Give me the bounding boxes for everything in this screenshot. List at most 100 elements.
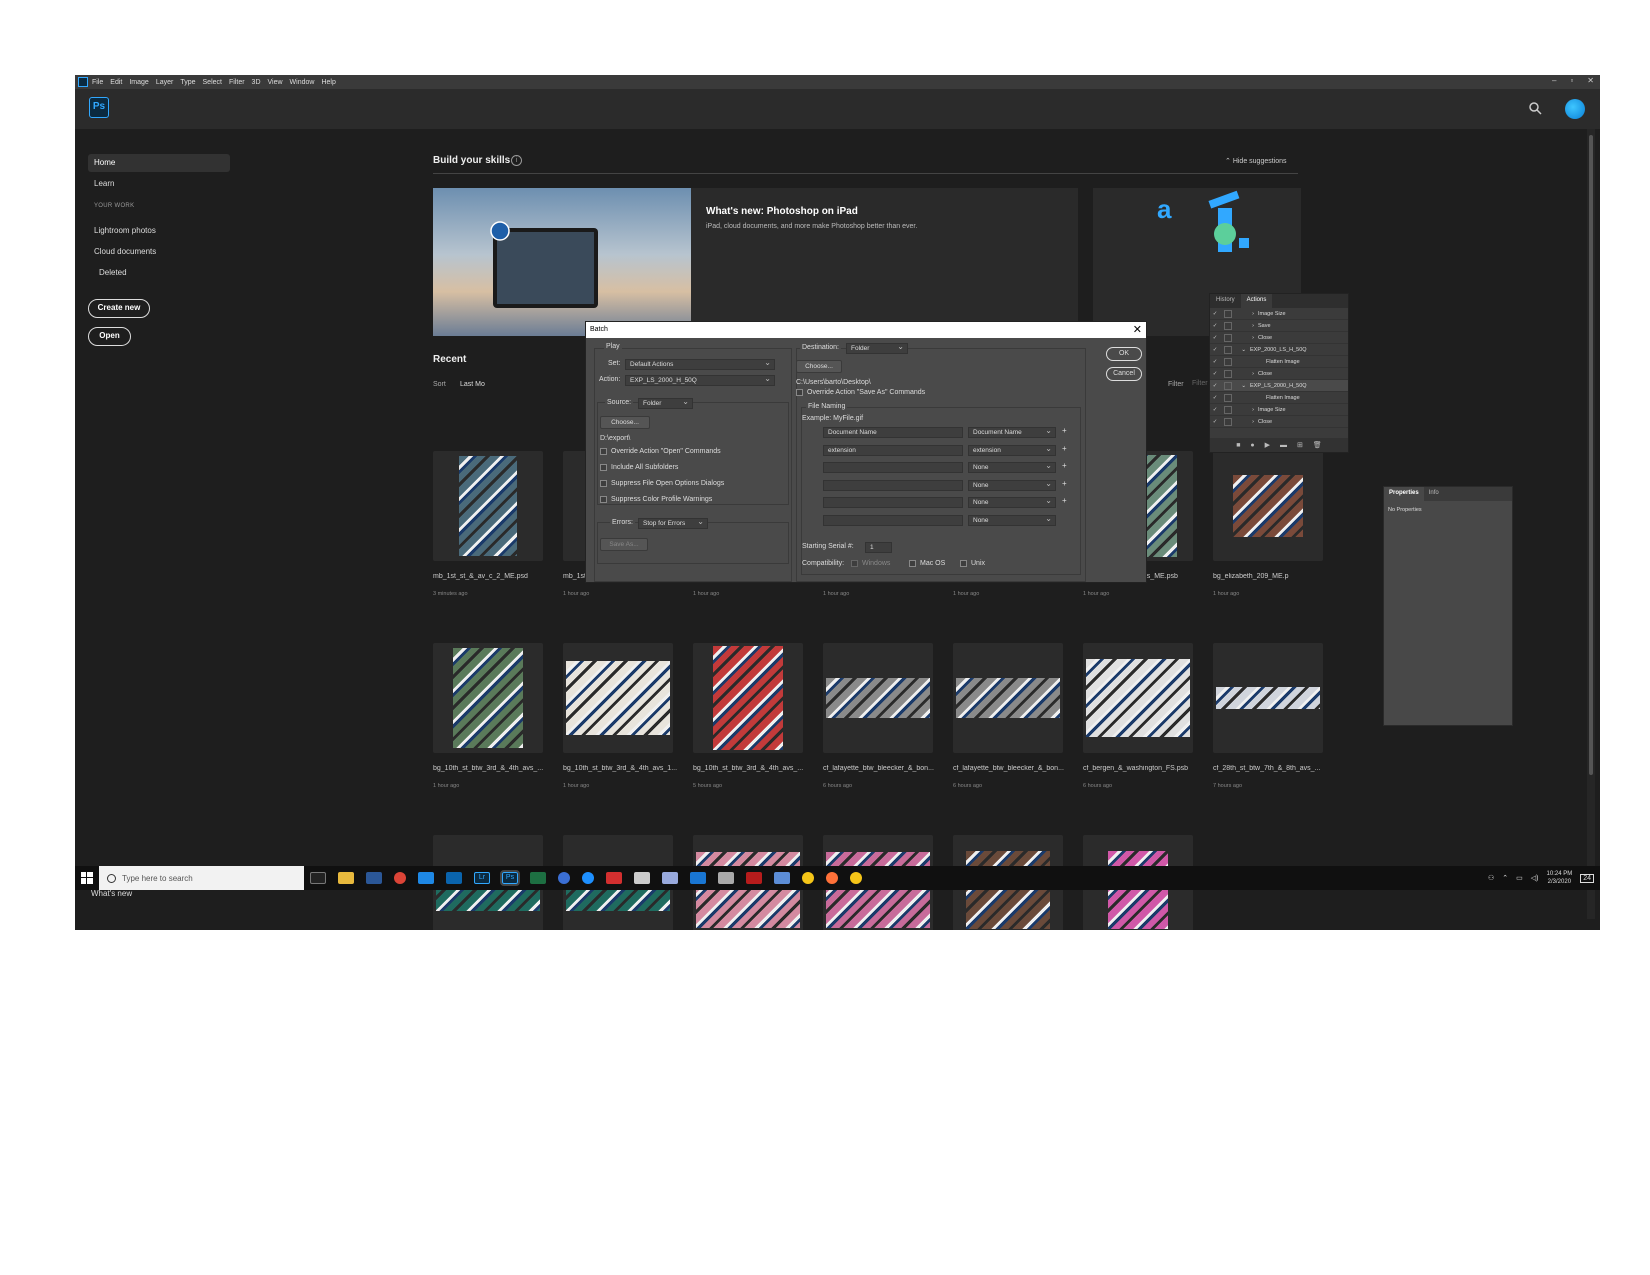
file-explorer-icon[interactable]	[338, 872, 354, 884]
sidebar-item-lightroom[interactable]: Lightroom photos	[88, 222, 230, 240]
naming-dropdown[interactable]: None	[968, 514, 1056, 526]
menu-help[interactable]: Help	[321, 79, 335, 86]
app-icon-2[interactable]	[662, 872, 678, 884]
info-icon[interactable]: i	[511, 155, 522, 166]
app-icon-5[interactable]	[774, 872, 790, 884]
menu-view[interactable]: View	[268, 79, 283, 86]
add-naming-icon[interactable]: +	[1062, 444, 1067, 453]
check-icon[interactable]: ✓	[1210, 335, 1220, 341]
serial-input[interactable]: 1	[865, 542, 892, 553]
naming-text-field[interactable]: Document Name	[823, 427, 963, 438]
disclosure-icon[interactable]: ›	[1236, 335, 1258, 341]
suppress-open-checkbox[interactable]: Suppress File Open Options Dialogs	[600, 480, 724, 487]
avatar[interactable]	[1565, 99, 1585, 119]
disclosure-icon[interactable]: ›	[1236, 407, 1258, 413]
edge-icon[interactable]	[582, 872, 594, 884]
dialog-toggle-box[interactable]	[1224, 417, 1232, 426]
disclosure-icon[interactable]: ⌄	[1236, 347, 1250, 353]
disclosure-icon[interactable]: ›	[1236, 311, 1258, 317]
play-icon[interactable]: ▶	[1265, 441, 1270, 449]
include-subfolders-checkbox[interactable]: Include All Subfolders	[600, 464, 678, 471]
tab-info[interactable]: Info	[1424, 487, 1444, 501]
recent-file-tile[interactable]	[1213, 451, 1323, 561]
disclosure-icon[interactable]: ›	[1236, 371, 1258, 377]
outlook-icon[interactable]	[446, 872, 462, 884]
menu-select[interactable]: Select	[203, 79, 222, 86]
scroll-thumb[interactable]	[1589, 135, 1593, 775]
source-dropdown[interactable]: Folder	[638, 397, 693, 409]
duck-icon-2[interactable]	[850, 872, 862, 884]
menu-layer[interactable]: Layer	[156, 79, 174, 86]
override-save-checkbox[interactable]: Override Action "Save As" Commands	[796, 389, 925, 396]
action-row[interactable]: ✓ › Image Size	[1210, 404, 1348, 416]
naming-dropdown[interactable]: None	[968, 461, 1056, 473]
naming-text-field[interactable]	[823, 462, 963, 473]
action-row[interactable]: ✓ › Close	[1210, 416, 1348, 428]
search-icon[interactable]	[1528, 101, 1542, 115]
hide-suggestions-button[interactable]: ⌃ Hide suggestions	[1225, 157, 1287, 165]
close-icon[interactable]: ✕	[1587, 76, 1594, 85]
set-dropdown[interactable]: Default Actions	[625, 358, 775, 370]
naming-text-field[interactable]	[823, 497, 963, 508]
taskbar-search[interactable]: Type here to search	[99, 866, 304, 890]
disclosure-icon[interactable]: ⌄	[1236, 383, 1250, 389]
network-icon[interactable]: ▭	[1516, 874, 1523, 882]
dialog-toggle-box[interactable]	[1224, 381, 1232, 390]
new-action-icon[interactable]: ⊞	[1297, 441, 1303, 449]
dialog-toggle-box[interactable]	[1224, 345, 1232, 354]
menu-image[interactable]: Image	[129, 79, 148, 86]
destination-choose-button[interactable]: Choose...	[796, 360, 842, 373]
clock[interactable]: 10:24 PM 2/3/2020	[1547, 870, 1573, 886]
dialog-toggle-box[interactable]	[1224, 405, 1232, 414]
recent-file-tile[interactable]	[693, 643, 803, 753]
destination-dropdown[interactable]: Folder	[846, 342, 908, 354]
dialog-toggle-box[interactable]	[1224, 321, 1232, 330]
check-icon[interactable]: ✓	[1210, 383, 1220, 389]
unix-checkbox[interactable]: Unix	[960, 560, 985, 567]
tab-properties[interactable]: Properties	[1384, 487, 1424, 501]
menu-type[interactable]: Type	[180, 79, 195, 86]
naming-dropdown[interactable]: None	[968, 496, 1056, 508]
people-icon[interactable]: ⚇	[1488, 874, 1494, 882]
dialog-toggle-box[interactable]	[1224, 357, 1232, 366]
check-icon[interactable]: ✓	[1210, 347, 1220, 353]
action-row[interactable]: ✓ › Close	[1210, 332, 1348, 344]
open-button[interactable]: Open	[88, 327, 131, 346]
acrobat-icon[interactable]	[746, 872, 762, 884]
red-app-icon[interactable]	[606, 872, 622, 884]
action-row[interactable]: ✓ › Save	[1210, 320, 1348, 332]
add-naming-icon[interactable]: +	[1062, 496, 1067, 505]
check-icon[interactable]: ✓	[1210, 323, 1220, 329]
dialog-toggle-box[interactable]	[1224, 333, 1232, 342]
record-icon[interactable]: ●	[1250, 442, 1254, 449]
naming-text-field[interactable]	[823, 514, 963, 526]
dialog-toggle-box[interactable]	[1224, 309, 1232, 318]
dialog-toggle-box[interactable]	[1224, 393, 1232, 402]
recent-file-tile[interactable]	[433, 451, 543, 561]
windows-start-icon[interactable]	[75, 866, 99, 890]
naming-text-field[interactable]: extension	[823, 444, 963, 456]
skill-card-ipad[interactable]: What's new: Photoshop on iPad iPad, clou…	[433, 188, 1078, 336]
excel-icon[interactable]	[530, 872, 546, 884]
sidebar-item-cloud[interactable]: Cloud documents	[88, 243, 230, 261]
action-dropdown[interactable]: EXP_LS_2000_H_50Q	[625, 374, 775, 386]
recent-file-tile[interactable]	[433, 643, 543, 753]
tab-history[interactable]: History	[1210, 294, 1241, 308]
scrollbar[interactable]	[1587, 129, 1595, 919]
sidebar-item-home[interactable]: Home	[88, 154, 230, 172]
action-row[interactable]: ✓ Flatten Image	[1210, 392, 1348, 404]
lightroom-icon[interactable]: Lr	[474, 872, 490, 884]
ok-button[interactable]: OK	[1106, 347, 1142, 361]
add-naming-icon[interactable]: +	[1062, 426, 1067, 435]
check-icon[interactable]: ✓	[1210, 395, 1220, 401]
word-icon[interactable]	[366, 872, 382, 884]
override-open-checkbox[interactable]: Override Action "Open" Commands	[600, 448, 721, 455]
sort-dropdown[interactable]: Last Mo	[460, 381, 485, 388]
action-row[interactable]: ✓ › Image Size	[1210, 308, 1348, 320]
restore-icon[interactable]: ▫	[1570, 76, 1573, 85]
naming-dropdown[interactable]: None	[968, 479, 1056, 491]
duck-icon[interactable]	[802, 872, 814, 884]
recent-file-tile[interactable]	[823, 643, 933, 753]
action-row[interactable]: ✓ ⌄ EXP_2000_LS_H_50Q	[1210, 344, 1348, 356]
chevron-up-icon[interactable]: ⌃	[1502, 874, 1508, 882]
